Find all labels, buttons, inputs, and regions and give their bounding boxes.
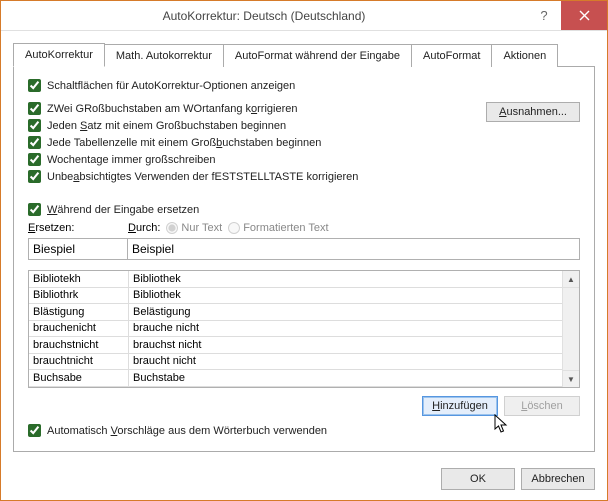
show-buttons-checkbox[interactable] [28,79,41,92]
list-item[interactable]: BuchsabeBuchstabe [29,370,562,387]
capslock-checkbox[interactable] [28,170,41,183]
cap-cell-checkbox[interactable] [28,136,41,149]
weekdays-checkbox[interactable] [28,153,41,166]
tab-autokorrektur[interactable]: AutoKorrektur [13,43,105,67]
ok-button[interactable]: OK [441,468,515,490]
titlebar: AutoKorrektur: Deutsch (Deutschland) ? [1,1,607,31]
replacement-list[interactable]: BibliotekhBibliothekBibliothrkBibliothek… [28,270,580,388]
list-item[interactable]: brauchenichtbrauche nicht [29,321,562,338]
two-caps-checkbox[interactable] [28,102,41,115]
replace-typing-label: Während der Eingabe ersetzen [47,204,199,216]
autokorrektur-panel: Schaltflächen für AutoKorrektur-Optionen… [13,67,595,452]
auto-dict-label: Automatisch Vorschläge aus dem Wörterbuc… [47,425,327,437]
delete-button[interactable]: Löschen [504,396,580,416]
list-item[interactable]: BibliotekhBibliothek [29,271,562,288]
replace-input[interactable] [28,238,128,260]
plain-text-label: Nur Text [181,222,222,234]
tab-math[interactable]: Math. Autokorrektur [104,44,224,67]
show-buttons-label: Schaltflächen für AutoKorrektur-Optionen… [47,80,295,92]
plain-text-radio[interactable] [166,222,178,234]
formatted-text-radio[interactable] [228,222,240,234]
add-button[interactable]: Hinzufügen [422,396,498,416]
list-item[interactable]: BlästigungBelästigung [29,304,562,321]
with-input[interactable] [127,238,580,260]
tab-bar: AutoKorrektur Math. Autokorrektur AutoFo… [13,43,595,67]
list-item[interactable]: brauchstnichtbrauchst nicht [29,337,562,354]
close-button[interactable] [561,1,607,30]
tab-actions[interactable]: Aktionen [491,44,558,67]
replace-label: Ersetzen: [28,222,128,234]
scroll-up-icon[interactable]: ▲ [563,271,579,288]
window-title: AutoKorrektur: Deutsch (Deutschland) [1,9,527,23]
plain-text-radio-group: Nur Text [166,222,222,234]
scrollbar[interactable]: ▲ ▼ [562,271,579,387]
list-item[interactable]: brauchtnichtbraucht nicht [29,354,562,371]
auto-dict-checkbox[interactable] [28,424,41,437]
two-caps-label: ZWei GRoßbuchstaben am WOrtanfang korrig… [47,103,297,115]
cancel-button[interactable]: Abbrechen [521,468,595,490]
list-item[interactable]: BibliothrkBibliothek [29,288,562,305]
capslock-label: Unbeabsichtigtes Verwenden der fESTSTELL… [47,171,358,183]
exceptions-button[interactable]: Ausnahmen... [486,102,580,122]
tab-autoformat[interactable]: AutoFormat [411,44,492,67]
cap-sentence-label: Jeden Satz mit einem Großbuchstaben begi… [47,120,286,132]
formatted-text-label: Formatierten Text [243,222,328,234]
cap-cell-label: Jede Tabellenzelle mit einem Großbuchsta… [47,137,321,149]
replace-typing-checkbox[interactable] [28,203,41,216]
scroll-down-icon[interactable]: ▼ [563,370,579,387]
with-label: Durch: [128,222,160,234]
autocorrect-dialog: AutoKorrektur: Deutsch (Deutschland) ? A… [0,0,608,501]
tab-autoformat-typing[interactable]: AutoFormat während der Eingabe [223,44,412,67]
formatted-text-radio-group: Formatierten Text [228,222,328,234]
weekdays-label: Wochentage immer großschreiben [47,154,216,166]
help-button[interactable]: ? [527,1,561,30]
cap-sentence-checkbox[interactable] [28,119,41,132]
